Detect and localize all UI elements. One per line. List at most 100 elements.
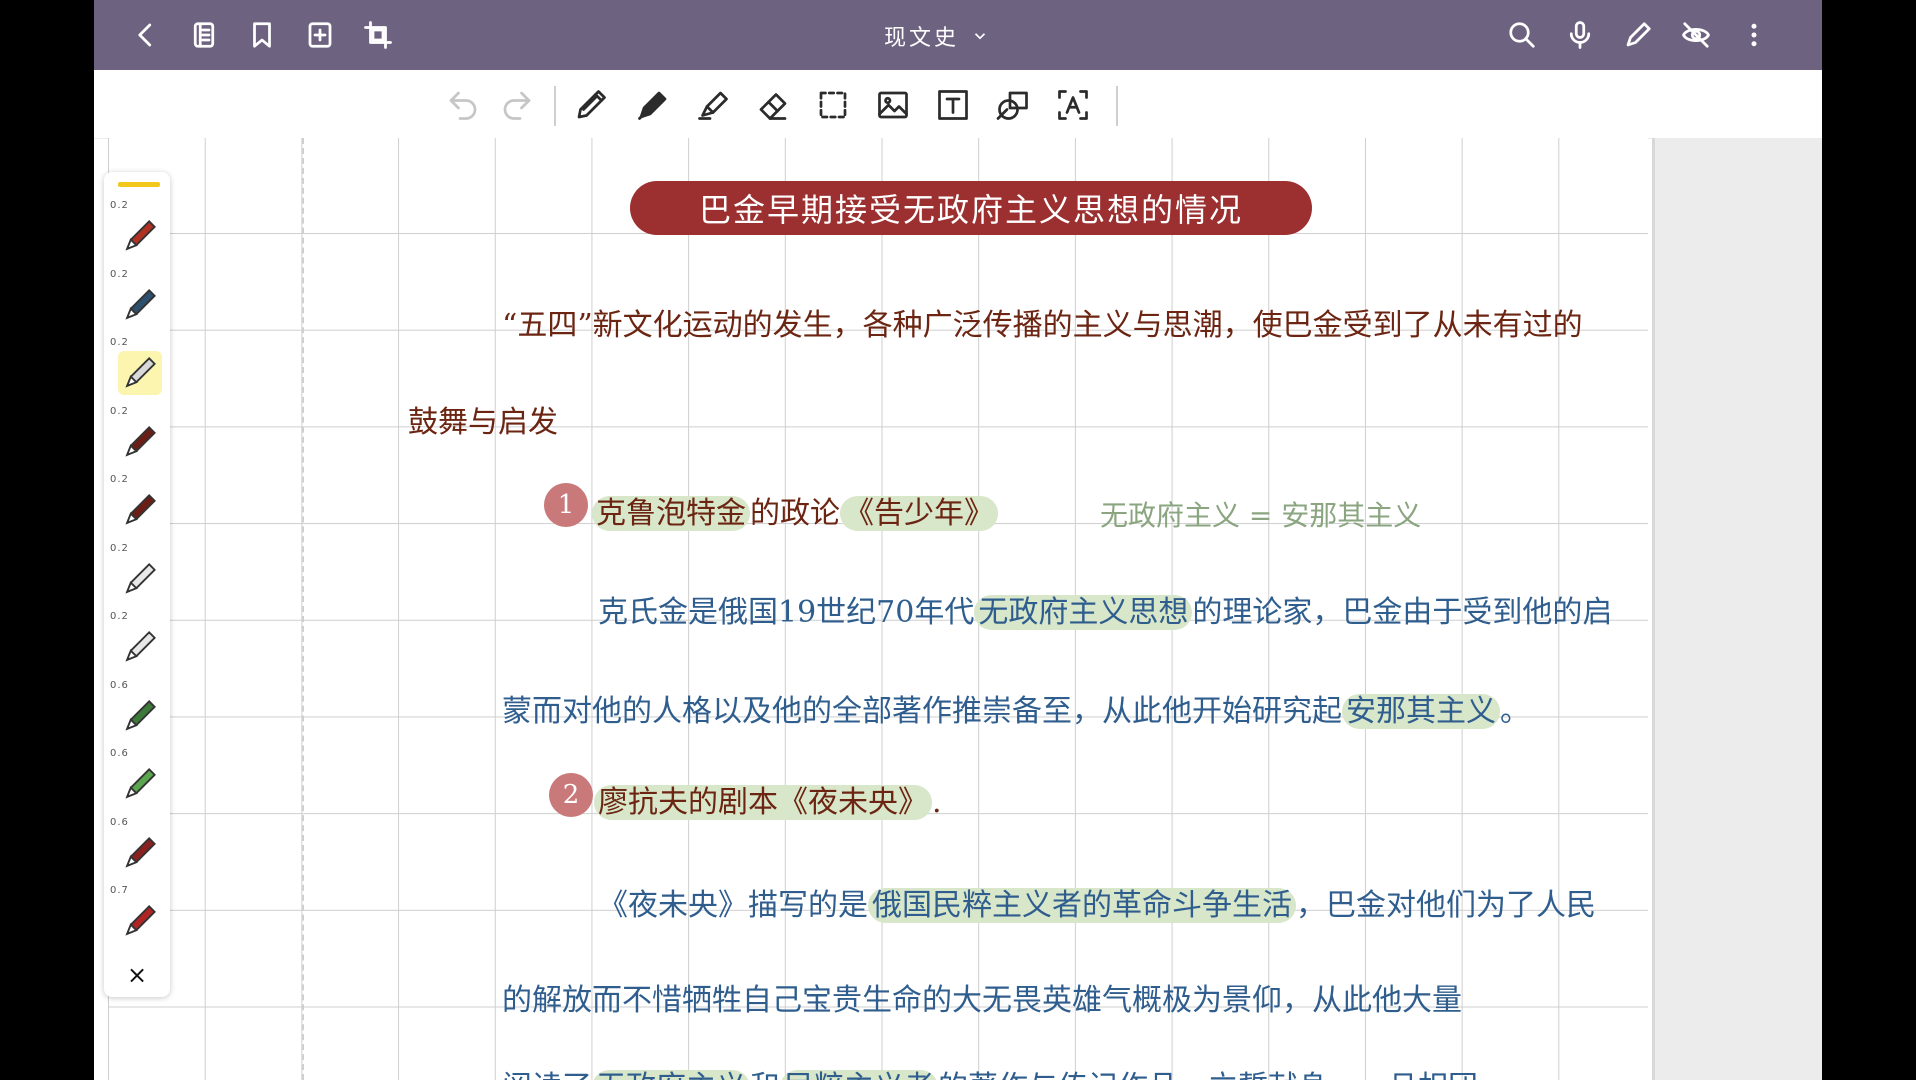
- pen-size-label: 0.2: [110, 474, 129, 485]
- text-tool-icon[interactable]: [932, 84, 974, 126]
- document-title-dropdown[interactable]: 现文史: [884, 20, 989, 52]
- pen-icon: [125, 631, 156, 662]
- pages-icon[interactable]: [186, 17, 222, 53]
- item-2-body-line-1: 《夜未央》描写的是 俄国民粹主义者的革命斗争生活 ，巴金对他们为了人民: [598, 880, 1596, 924]
- intro-line-2: 鼓舞与启发: [408, 405, 558, 440]
- close-palette-button[interactable]: ×: [104, 961, 170, 989]
- toolbar-divider: [554, 86, 556, 126]
- pen-icon: [125, 220, 156, 251]
- text-recognition-icon[interactable]: [1052, 84, 1094, 126]
- page-gutter: [1652, 138, 1822, 1080]
- pencil-tool-icon[interactable]: [570, 84, 612, 126]
- pen-icon: [125, 836, 156, 867]
- note-title: 巴金早期接受无政府主义思想的情况: [698, 191, 1243, 229]
- pen-preset-11[interactable]: 0.7: [104, 885, 170, 951]
- body-text: 的著作与传记作品，立誓献身……且相团: [938, 1070, 1478, 1080]
- bookmark-icon[interactable]: [244, 17, 280, 53]
- pen-size-label: 0.6: [110, 748, 129, 759]
- pen-icon: [125, 425, 156, 456]
- image-tool-icon[interactable]: [872, 84, 914, 126]
- pen-size-label: 0.2: [110, 542, 129, 554]
- pen-preset-3[interactable]: 0.2: [104, 337, 170, 403]
- pen-icon: [118, 351, 162, 395]
- item-1-mid: 的政论: [750, 496, 840, 531]
- item-number-badge: 1: [544, 483, 588, 527]
- item-2-body-line-2: 的解放而不惜牺牲自己宝贵生命的大无畏英雄气概极为景仰，从此他大量: [502, 983, 1462, 1018]
- item-2-end: .: [932, 785, 942, 820]
- pen-preset-10[interactable]: 0.6: [104, 817, 170, 883]
- chevron-down-icon: [974, 33, 986, 40]
- redo-icon[interactable]: [496, 84, 538, 126]
- body-text: 阅读了: [502, 1070, 592, 1080]
- document-title: 现文史: [884, 26, 960, 51]
- pen-icon: [125, 562, 156, 593]
- pen-size-label: 0.7: [110, 885, 129, 896]
- note-app: 现文史 0.2 0.2 0.2 0.2 0.2 0.2 0.2 0.6 0.6 …: [94, 0, 1822, 1080]
- highlight-kropotkin: 克鲁泡特金: [592, 496, 750, 531]
- pen-preset-8[interactable]: 0.6: [104, 680, 170, 746]
- body-text: 《夜未央》描写的是: [598, 888, 868, 923]
- pen-preset-9[interactable]: 0.6: [104, 748, 170, 814]
- pen-tool-icon[interactable]: [632, 84, 674, 126]
- pen-preset-7[interactable]: 0.2: [104, 611, 170, 677]
- lasso-select-icon[interactable]: [812, 84, 854, 126]
- search-icon[interactable]: [1504, 17, 1540, 53]
- pen-preset-5[interactable]: 0.2: [104, 474, 170, 540]
- pen-icon: [125, 768, 156, 799]
- top-bar: 现文史: [94, 0, 1822, 70]
- body-text: 蒙而对他的人格以及他的全部著作推崇备至，从此他开始研究起: [502, 694, 1342, 729]
- body-text: 和: [750, 1070, 780, 1080]
- body-text: 的理论家，巴金由于受到他的启: [1192, 595, 1613, 630]
- pen-size-label: 0.2: [110, 200, 129, 211]
- body-text: 。: [1500, 694, 1530, 729]
- item-2-body-line-3: 阅读了无政府主义和民粹主义者的著作与传记作品，立誓献身……且相团: [502, 1062, 1478, 1080]
- item-2-heading: 廖抗夫的剧本《夜未央》.: [594, 777, 942, 821]
- body-text: ，巴金对他们为了人民: [1296, 888, 1596, 923]
- pen-preset-2[interactable]: 0.2: [104, 269, 170, 335]
- pencil-icon[interactable]: [1620, 17, 1656, 53]
- pen-size-label: 0.6: [110, 679, 129, 691]
- highlight-gao-shao-nian: 《告少年》: [840, 496, 998, 531]
- item-1-heading: 克鲁泡特金 的政论 《告少年》: [592, 488, 998, 532]
- highlighter-tool-icon[interactable]: [692, 84, 734, 126]
- pen-preset-4[interactable]: 0.2: [104, 406, 170, 472]
- pen-palette: 0.2 0.2 0.2 0.2 0.2 0.2 0.2 0.6 0.6 0.6 0.7 ×: [104, 172, 170, 997]
- tool-bar: [94, 70, 1822, 139]
- shape-tool-icon[interactable]: [992, 84, 1034, 126]
- pen-size-label: 0.2: [110, 405, 129, 417]
- body-text: 克氏金是俄国19世纪70年代: [598, 595, 975, 630]
- active-highlighter-swatch[interactable]: [118, 182, 160, 187]
- pen-preset-6[interactable]: 0.2: [104, 543, 170, 609]
- pen-size-label: 0.6: [110, 816, 129, 828]
- margin-line: [302, 138, 305, 1080]
- crop-icon[interactable]: [360, 17, 396, 53]
- item-1-body-line-2: 蒙而对他的人格以及他的全部著作推崇备至，从此他开始研究起 安那其主义。: [502, 686, 1530, 730]
- pen-icon: [125, 288, 156, 319]
- undo-icon[interactable]: [442, 84, 484, 126]
- highlight-anarchism: 安那其主义: [1342, 694, 1500, 729]
- note-title-banner: 巴金早期接受无政府主义思想的情况: [630, 181, 1312, 235]
- pen-icon: [125, 905, 156, 936]
- item-1-body-line-1: 克氏金是俄国19世纪70年代 无政府主义思想 的理论家，巴金由于受到他的启: [598, 587, 1612, 631]
- highlight-anarchism-thought: 无政府主义思想: [974, 595, 1193, 630]
- back-icon[interactable]: [128, 17, 164, 53]
- item-number-badge: 2: [549, 773, 593, 817]
- intro-line-1: “五四”新文化运动的发生，各种广泛传播的主义与思潮，使巴金受到了从未有过的: [502, 308, 1583, 343]
- side-annotation: 无政府主义 = 安那其主义: [1100, 499, 1422, 532]
- pen-preset-1[interactable]: 0.2: [104, 200, 170, 266]
- eraser-tool-icon[interactable]: [752, 84, 794, 126]
- pen-icon: [125, 494, 156, 525]
- pen-icon: [125, 699, 156, 730]
- highlight-anarchism-2: 无政府主义: [592, 1070, 750, 1080]
- highlight-narodniks: 俄国民粹主义者的革命斗争生活: [868, 888, 1296, 923]
- highlight-narodniks-2: 民粹主义者: [780, 1070, 938, 1080]
- eye-off-icon[interactable]: [1678, 17, 1714, 53]
- microphone-icon[interactable]: [1562, 17, 1598, 53]
- pen-size-label: 0.2: [110, 268, 129, 280]
- highlight-ye-wei-yang: 廖抗夫的剧本《夜未央》: [594, 785, 932, 820]
- pen-size-label: 0.2: [110, 611, 129, 622]
- toolbar-divider: [1116, 86, 1118, 126]
- pen-size-label: 0.2: [110, 337, 129, 348]
- more-icon[interactable]: [1736, 17, 1772, 53]
- add-page-icon[interactable]: [302, 17, 338, 53]
